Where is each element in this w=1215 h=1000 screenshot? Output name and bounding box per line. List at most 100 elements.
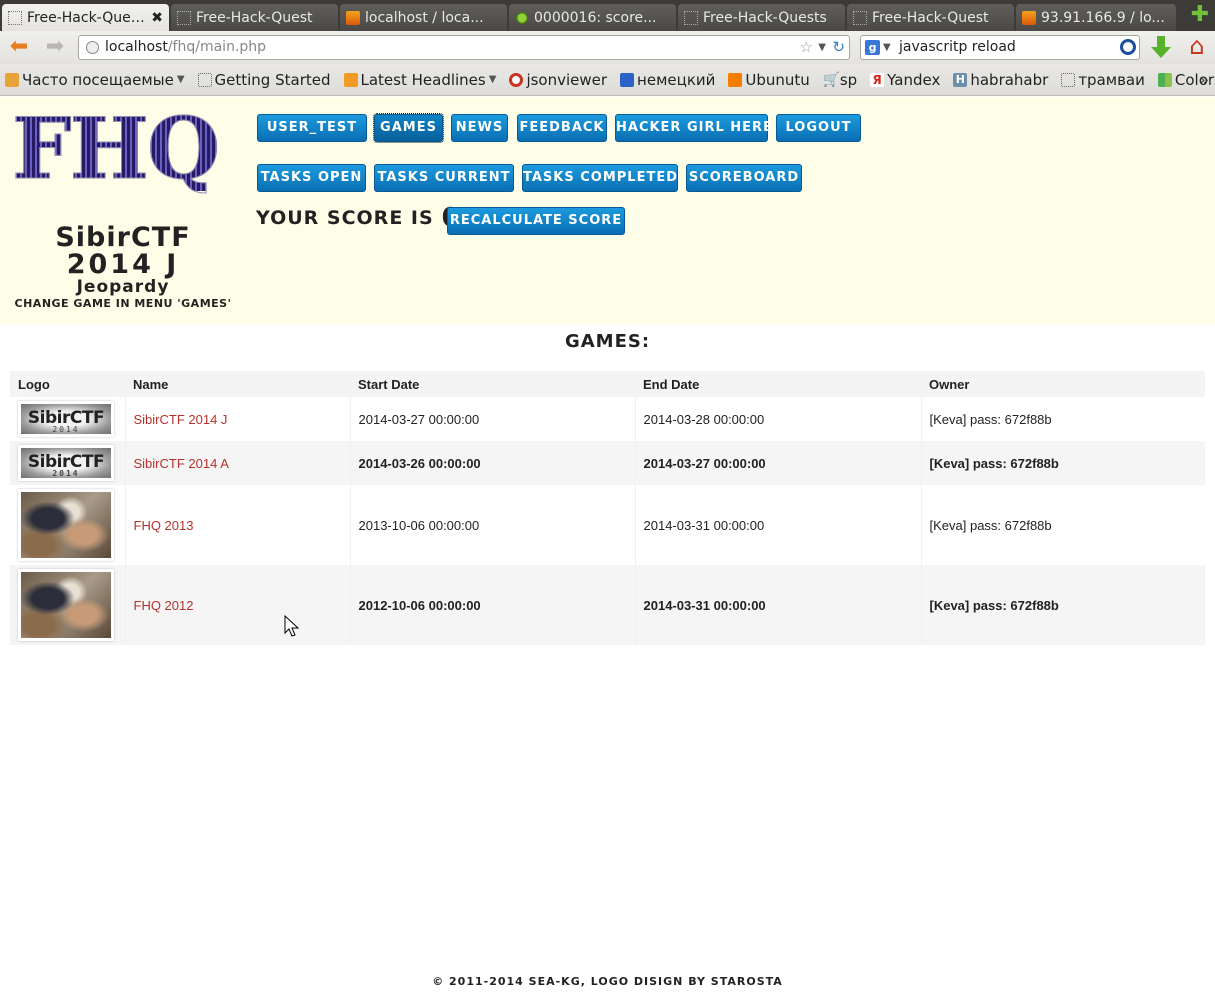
owner-cell: [Keva] pass: 672f88b xyxy=(921,441,1205,485)
column-header-name: Name xyxy=(125,371,350,397)
score-line: Your score is 0 xyxy=(256,203,461,233)
bookmark-label: habrahabr xyxy=(970,70,1049,89)
sibirctf-logo-image[interactable]: SibirCTF 2014 xyxy=(18,401,114,437)
name-cell: FHQ 2012 xyxy=(125,565,351,645)
page-icon xyxy=(8,10,22,25)
mouse-cursor-icon xyxy=(284,615,300,637)
bug-icon xyxy=(515,10,529,25)
bookmark-item[interactable]: Я Yandex xyxy=(870,71,940,89)
search-icon[interactable] xyxy=(1120,39,1136,55)
home-icon[interactable]: ⌂ xyxy=(1184,33,1210,59)
user-button[interactable]: User_test xyxy=(257,114,367,142)
fhq-logo[interactable]: FHQ xyxy=(12,106,228,191)
tab-title: 0000016: score... xyxy=(534,9,657,26)
letter-b-icon xyxy=(620,72,635,87)
news-button[interactable]: News xyxy=(451,114,508,142)
owner-cell: [Keva] pass: 672f88b xyxy=(921,485,1205,565)
tasks-open-button[interactable]: Tasks Open xyxy=(257,164,366,192)
start-date-cell: 2012-10-06 00:00:00 xyxy=(350,565,636,645)
site-footer: © 2011-2014 sea-kg, logo disign by staro… xyxy=(432,975,783,988)
bookmark-label: Yandex xyxy=(887,70,941,89)
tab-title: localhost / loca... xyxy=(365,9,484,26)
bookmarks-bar: Часто посещаемые ▼ Getting Started Latest… xyxy=(0,64,1215,96)
forward-arrow-icon[interactable]: ➡ xyxy=(42,35,68,59)
chevron-down-icon[interactable]: ▼ xyxy=(818,36,826,59)
hacker-girl-button[interactable]: Hacker Girl Here xyxy=(615,114,772,142)
sibirctf-logo-image[interactable]: SibirCTF 2014 xyxy=(18,445,114,481)
chevron-down-icon[interactable]: ▼ xyxy=(883,36,891,59)
tab-title: Free-Hack-Quests xyxy=(27,9,151,26)
table-row: FHQ 2013 2013-10-06 00:00:00 2014-03-31 … xyxy=(10,485,1205,565)
table-row: SibirCTF 2014 SibirCTF 2014 A 2014-03-26… xyxy=(10,441,1205,485)
bookmark-star-icon[interactable]: ☆ xyxy=(800,36,813,59)
tab-title: Free-Hack-Quests xyxy=(703,9,827,26)
browser-tab-6[interactable]: Free-Hack-Quest xyxy=(847,4,1014,31)
column-header-end-date: End Date xyxy=(635,371,921,397)
bookmark-item[interactable]: Getting Started xyxy=(197,70,331,89)
bookmark-item[interactable]: трамваи xyxy=(1061,71,1145,89)
phpmyadmin-icon xyxy=(346,10,360,25)
close-icon[interactable]: ✖ xyxy=(151,10,163,26)
games-button[interactable]: Games xyxy=(373,113,444,143)
chevron-down-icon: ▼ xyxy=(488,74,497,85)
bookmark-item[interactable]: Latest Headlines ▼ xyxy=(343,71,497,89)
logout-button[interactable]: Logout xyxy=(776,114,861,142)
bookmark-item[interactable]: 🛒 sp xyxy=(823,71,857,89)
bookmark-item[interactable]: Hhabrahabr xyxy=(953,71,1048,89)
owner-cell: [Keva] pass: 672f88b xyxy=(921,565,1205,645)
bookmark-label: немецкий xyxy=(637,70,716,89)
logo-cell xyxy=(10,485,126,565)
browser-tab-5[interactable]: Free-Hack-Quests xyxy=(678,4,845,31)
fhq-photo-image[interactable] xyxy=(18,489,114,561)
end-date-cell: 2014-03-31 00:00:00 xyxy=(635,565,922,645)
tasks-completed-button[interactable]: Tasks Completed xyxy=(522,164,678,192)
most-visited-icon xyxy=(5,72,19,87)
new-tab-icon[interactable]: ✚ xyxy=(1189,4,1211,26)
page-icon xyxy=(197,72,212,87)
game-year: 2014 J xyxy=(66,249,180,280)
browser-tab-3[interactable]: localhost / loca... xyxy=(340,4,507,31)
browser-tab-7[interactable]: 93.91.166.9 / lo... xyxy=(1016,4,1176,31)
game-name: SibirCTF xyxy=(55,222,191,253)
bookmark-item[interactable]: немецкий xyxy=(620,71,715,89)
bookmark-label: Часто посещаемые xyxy=(22,70,174,89)
search-input[interactable]: g ▼ javascritp reload xyxy=(860,35,1140,60)
bookmark-item[interactable]: Ubunutu xyxy=(728,70,810,89)
cart-icon: 🛒 xyxy=(822,71,841,88)
games-heading: Games: xyxy=(564,331,651,352)
owner-cell: [Keva] pass: 672f88b xyxy=(921,397,1205,441)
bookmark-item[interactable]: jsonviewer xyxy=(509,71,607,89)
game-link[interactable]: SibirCTF 2014 J xyxy=(134,412,228,427)
table-header-row: Logo Name Start Date End Date Owner xyxy=(10,371,1205,397)
scoreboard-button[interactable]: Scoreboard xyxy=(686,164,802,192)
browser-tab-4[interactable]: 0000016: score... xyxy=(509,4,676,31)
jsonviewer-icon xyxy=(509,72,524,87)
browser-nav-bar: ⬅ ➡ localhost/fhq/main.php ☆ ▼ ↻ g ▼ jav… xyxy=(0,31,1215,64)
chevron-right-icon[interactable]: » xyxy=(1199,70,1209,89)
back-arrow-icon[interactable]: ⬅ xyxy=(6,35,32,59)
bookmark-label: Getting Started xyxy=(214,70,331,89)
feedback-button[interactable]: Feedback xyxy=(517,114,607,142)
game-hint: change game in menu 'Games' xyxy=(14,297,232,310)
logo-image-subtext: 2014 xyxy=(52,425,80,434)
yandex-icon: Я xyxy=(870,72,885,87)
game-link[interactable]: FHQ 2012 xyxy=(134,598,194,613)
browser-tab-1[interactable]: Free-Hack-Quests ✖ xyxy=(2,4,169,31)
tasks-current-button[interactable]: Tasks Current xyxy=(374,164,514,192)
fhq-photo-image[interactable] xyxy=(18,569,114,641)
bookmark-item[interactable]: Часто посещаемые ▼ xyxy=(5,71,185,89)
table-row: SibirCTF 2014 SibirCTF 2014 J 2014-03-27… xyxy=(10,397,1205,441)
download-icon[interactable] xyxy=(1150,36,1172,60)
globe-icon xyxy=(86,41,99,54)
bookmark-label: Ubunutu xyxy=(745,70,810,89)
game-link[interactable]: SibirCTF 2014 A xyxy=(134,456,229,471)
address-bar[interactable]: localhost/fhq/main.php ☆ ▼ ↻ xyxy=(78,35,850,60)
google-icon[interactable]: g xyxy=(865,40,880,55)
recalculate-score-button[interactable]: Recalculate score xyxy=(447,207,625,235)
game-link[interactable]: FHQ 2013 xyxy=(134,518,194,533)
tab-title: 93.91.166.9 / lo... xyxy=(1041,9,1165,26)
bookmark-label: трамваи xyxy=(1078,70,1145,89)
start-date-cell: 2014-03-27 00:00:00 xyxy=(350,397,636,441)
reload-icon[interactable]: ↻ xyxy=(832,36,845,59)
browser-tab-2[interactable]: Free-Hack-Quest xyxy=(171,4,338,31)
